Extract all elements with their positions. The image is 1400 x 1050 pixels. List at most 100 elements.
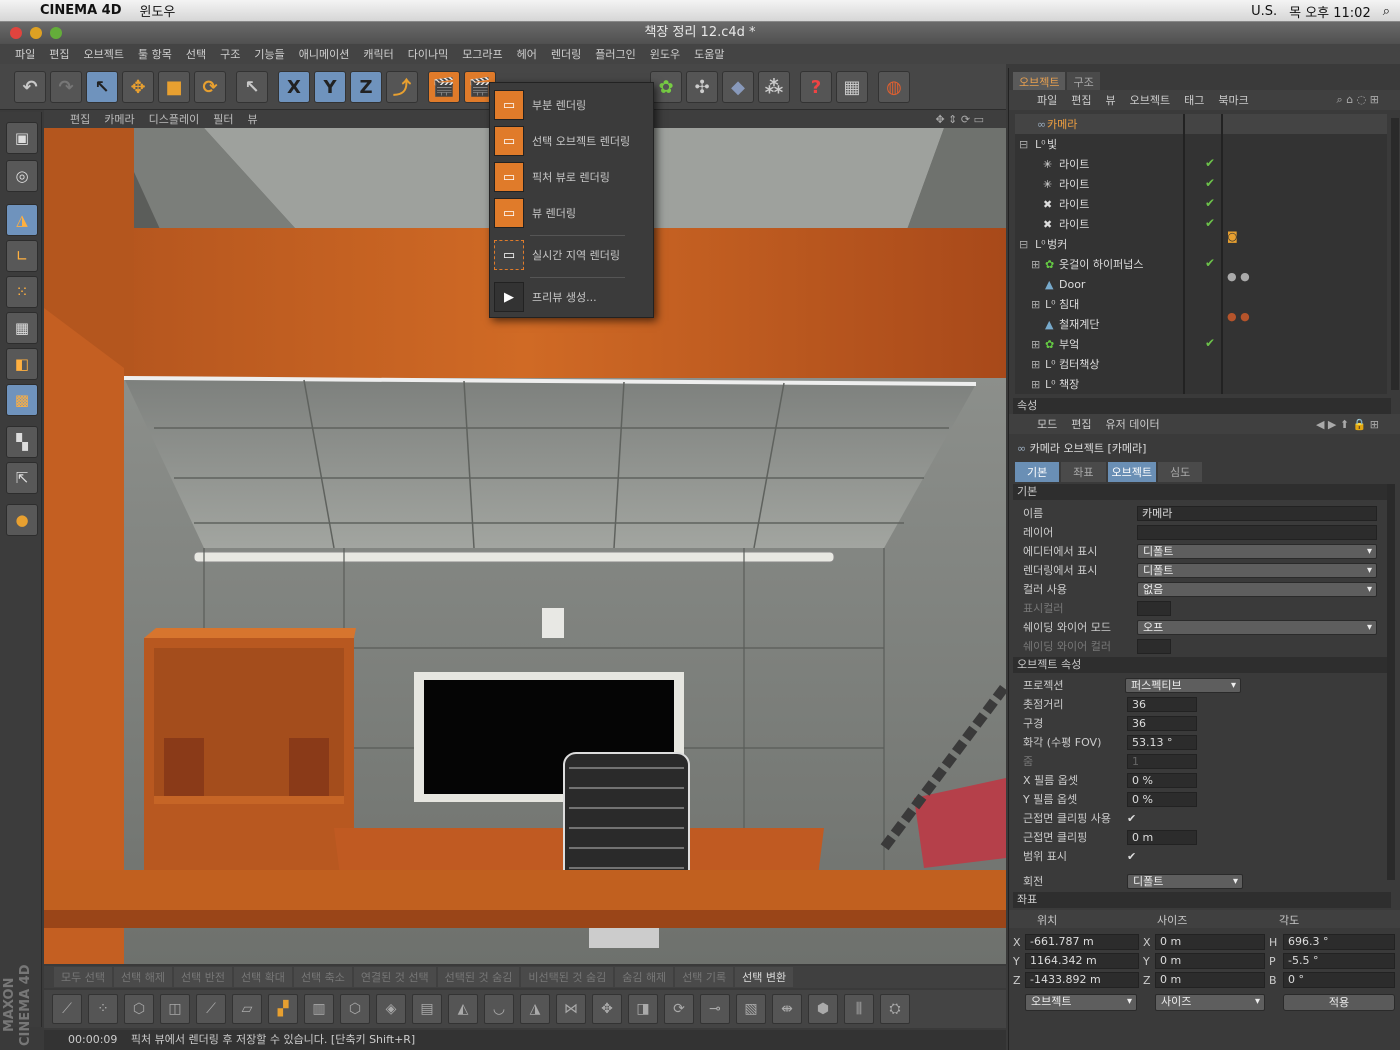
select-tool-icon[interactable]: ↖ [86,71,118,103]
particle-icon[interactable]: ⁂ [758,71,790,103]
expand-icon[interactable]: ⊟ [1019,238,1028,251]
position-y-input[interactable]: 1164.342 m [1025,953,1139,969]
size-y-input[interactable]: 0 m [1155,953,1265,969]
convert-selection-button[interactable]: 선택 변환 [735,967,794,987]
attr-menu-edit[interactable]: 편집 [1071,416,1091,432]
tree-row[interactable]: ✳ 라이트 [1015,154,1387,174]
last-tool-icon[interactable]: ↖ [236,71,268,103]
coord-mode-select[interactable]: 오브젝트 [1025,994,1137,1011]
focal-input[interactable]: 36 [1127,696,1197,712]
enabled-check-icon[interactable]: ✔ [1205,336,1215,350]
enabled-check-icon[interactable]: ✔ [1205,216,1215,230]
viewport-menu-camera[interactable]: 카메라 [104,111,134,127]
tab-object[interactable]: 오브젝트 [1107,462,1156,482]
tree-row[interactable]: ∞ 카메라 [1015,114,1387,134]
split-icon[interactable]: ⇼ [772,994,802,1024]
cube-icon[interactable]: ⬡ [124,994,154,1024]
tree-row[interactable]: ▲ 철재계단 [1015,314,1387,334]
size-x-input[interactable]: 0 m [1155,934,1265,950]
magnet-icon[interactable]: ⁘ [88,994,118,1024]
tab-basic[interactable]: 기본 [1015,462,1060,482]
zoom-input[interactable]: 1 [1127,753,1197,769]
help-icon[interactable]: ? [800,71,832,103]
move-icon[interactable]: ✥ [592,994,622,1024]
tree-row[interactable]: ✖ 라이트 [1015,194,1387,214]
menu-select[interactable]: 선택 [179,46,213,62]
smooth-shift-icon[interactable]: ◭ [448,994,478,1024]
enabled-check-icon[interactable]: ✔ [1205,176,1215,190]
viewport-menu-view[interactable]: 뷰 [247,111,257,127]
menu-animation[interactable]: 애니메이션 [292,46,357,62]
menu-help[interactable]: 도움말 [687,46,731,62]
brush-icon[interactable]: ⟋ [196,994,226,1024]
points-mode-icon[interactable]: ⁙ [6,276,38,308]
render-view-item[interactable]: ▭ 뷰 렌더링 [494,197,649,229]
layout-icon[interactable]: ▦ [836,71,868,103]
nearclip-checkbox[interactable]: ✔ [1127,812,1136,825]
slide-icon[interactable]: ▧ [736,994,766,1024]
render-region-item[interactable]: ▭ 부분 렌더링 [494,89,649,121]
rotate-tool-icon[interactable]: ⟳ [194,71,226,103]
viewport-layout-icon[interactable]: ▣ [6,122,38,154]
tree-row[interactable]: ⊟ L⁰ 벙커 [1015,234,1387,254]
checker-icon[interactable]: ▚ [6,426,38,458]
invert-selection-button[interactable]: 선택 반전 [173,967,232,987]
om-menu-edit[interactable]: 편집 [1071,92,1091,108]
bevel-icon[interactable]: ◈ [376,994,406,1024]
layer-field[interactable] [1137,524,1377,540]
shading-wire-select[interactable]: 오프 [1137,619,1377,635]
size-z-input[interactable]: 0 m [1155,972,1265,988]
menu-dynamics[interactable]: 다이나믹 [401,46,455,62]
spotlight-icon[interactable]: ⌕ [1383,4,1390,19]
knife-icon[interactable]: ⟋ [52,994,82,1024]
connect-icon[interactable]: ⊸ [700,994,730,1024]
enabled-check-icon[interactable]: ✔ [1205,156,1215,170]
make-preview-item[interactable]: ▶ 프리뷰 생성... [494,281,649,313]
menu-structure[interactable]: 구조 [213,46,247,62]
magnet-tool-icon[interactable]: ◡ [484,994,514,1024]
om-menu-object[interactable]: 오브젝트 [1130,92,1170,108]
unhide-button[interactable]: 숨김 해제 [615,967,674,987]
angle-h-input[interactable]: 696.3 ° [1283,934,1395,950]
polygons-mode-icon[interactable]: ◧ [6,348,38,380]
viewport-nav-icons[interactable]: ✥ ⇕ ⟳ ▭ [935,113,984,126]
menu-tools[interactable]: 툴 항목 [131,46,179,62]
color-use-select[interactable]: 없음 [1137,581,1377,597]
expand-icon[interactable]: ⊞ [1031,258,1040,271]
close-window-button[interactable] [10,27,22,39]
expand-icon[interactable]: ⊟ [1019,138,1028,151]
expand-icon[interactable]: ⊞ [1031,298,1040,311]
weld-icon[interactable]: ⋈ [556,994,586,1024]
display-color-swatch[interactable] [1137,600,1171,616]
menu-edit[interactable]: 편집 [42,46,76,62]
material-tag-icon[interactable]: ● ● [1227,270,1250,283]
hide-unselected-button[interactable]: 비선택된 것 숨김 [521,967,614,987]
extrude-icon[interactable]: ▥ [304,994,334,1024]
angle-p-input[interactable]: -5.5 ° [1283,953,1395,969]
material-tag-icon[interactable]: ● ● [1227,310,1250,323]
fov-input[interactable]: 53.13 ° [1127,734,1197,750]
aperture-input[interactable]: 36 [1127,715,1197,731]
attr-menu-userdata[interactable]: 유저 데이터 [1106,416,1160,432]
name-field[interactable]: 카메라 [1137,505,1377,521]
tree-row[interactable]: ⊞ L⁰ 침대 [1015,294,1387,314]
scale-icon[interactable]: ◨ [628,994,658,1024]
model-mode-icon[interactable]: ◮ [6,204,38,236]
app-menu[interactable]: CINEMA 4D [40,3,122,18]
render-vis-select[interactable]: 디폴트 [1137,562,1377,578]
apply-button[interactable]: 적용 [1283,994,1395,1011]
editor-vis-select[interactable]: 디폴트 [1137,543,1377,559]
move-tool-icon[interactable]: ✥ [122,71,154,103]
tree-row[interactable]: ⊞ L⁰ 책장 [1015,374,1387,394]
nearclip-input[interactable]: 0 m [1127,829,1197,845]
scale-tool-icon[interactable]: ■ [158,71,190,103]
tree-row[interactable]: ✖ 라이트 [1015,214,1387,234]
interactive-render-region-item[interactable]: ▭ 실시간 지역 렌더링 [494,239,649,271]
menu-character[interactable]: 캐릭터 [356,46,400,62]
viewport-menu-edit[interactable]: 편집 [70,111,90,127]
render-to-picture-viewer-item[interactable]: ▭ 픽처 뷰로 렌더링 [494,161,649,193]
object-axis-icon[interactable]: ∟ [6,240,38,272]
rotate-icon[interactable]: ⟳ [664,994,694,1024]
display-tag-icon[interactable]: ◙ [1227,230,1238,243]
position-z-input[interactable]: -1433.892 m [1025,972,1139,988]
